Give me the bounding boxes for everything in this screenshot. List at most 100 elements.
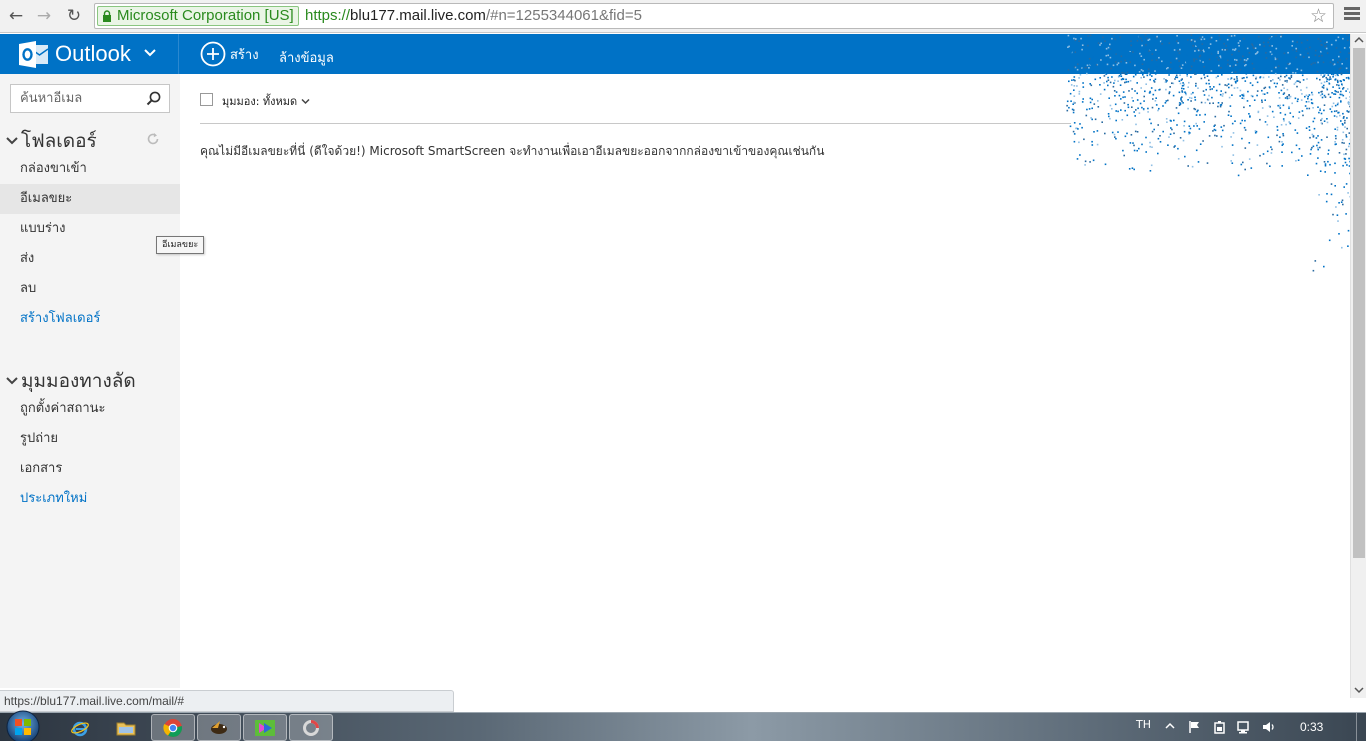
pattern-dot — [1342, 117, 1345, 119]
search-icon[interactable] — [146, 91, 161, 106]
folder-drafts[interactable]: แบบร่าง — [0, 214, 180, 244]
reload-button[interactable]: ↻ — [63, 5, 85, 27]
clear-folder-button[interactable]: ล้างข้อมูล — [279, 47, 334, 68]
battery-icon[interactable] — [1213, 720, 1227, 734]
pattern-dot — [1319, 146, 1321, 149]
quick-view-documents[interactable]: เอกสาร — [0, 454, 180, 484]
pattern-dot — [1136, 92, 1138, 95]
volume-icon[interactable] — [1262, 720, 1276, 734]
new-message-button[interactable]: สร้าง — [200, 40, 259, 68]
pattern-dot — [1092, 58, 1095, 60]
pattern-dot — [1073, 101, 1075, 104]
network-icon[interactable] — [1237, 720, 1251, 734]
pattern-dot — [1319, 107, 1321, 110]
pattern-dot — [1118, 94, 1121, 97]
pattern-dot — [1279, 136, 1281, 138]
taskbar-app-bird[interactable] — [197, 714, 241, 741]
pattern-dot — [1330, 193, 1333, 196]
back-button[interactable]: ← — [5, 5, 27, 27]
pattern-dot — [1096, 34, 1099, 36]
pattern-dot — [1312, 67, 1314, 69]
pattern-dot — [1324, 44, 1326, 46]
pattern-dot — [1215, 55, 1217, 57]
show-desktop-button[interactable] — [1356, 713, 1366, 741]
pattern-dot — [1134, 56, 1136, 59]
folder-deleted[interactable]: ลบ — [0, 274, 180, 304]
url-text[interactable]: https://blu177.mail.live.com/#n=12553440… — [305, 7, 642, 25]
quick-views-section-header[interactable]: มุมมองทางลัด — [6, 366, 136, 396]
pattern-dot — [1094, 118, 1097, 121]
pattern-dot — [1136, 35, 1139, 37]
pattern-dot — [1067, 46, 1069, 48]
pattern-dot — [1193, 58, 1195, 60]
pattern-dot — [1141, 106, 1143, 109]
view-filter-dropdown[interactable]: มุมมอง: ทั้งหมด — [222, 92, 310, 110]
pattern-dot — [1151, 106, 1154, 109]
star-icon[interactable]: ☆ — [1310, 5, 1327, 27]
scroll-down-icon[interactable] — [1354, 686, 1364, 694]
taskbar-app-recycle[interactable] — [289, 714, 333, 741]
pattern-dot — [1117, 58, 1120, 60]
pattern-dot — [1147, 68, 1150, 70]
pattern-dot — [1097, 106, 1100, 108]
taskbar-file-explorer[interactable] — [104, 714, 148, 741]
pattern-dot — [1281, 151, 1283, 153]
pattern-dot — [1166, 52, 1168, 55]
select-all-checkbox[interactable] — [200, 93, 213, 106]
search-input[interactable] — [11, 85, 143, 112]
folders-section-header[interactable]: โฟลเดอร์ — [6, 126, 97, 156]
windows-start-icon[interactable] — [4, 709, 42, 741]
pattern-dot — [1177, 112, 1180, 115]
pattern-dot — [1121, 42, 1123, 45]
pattern-dot — [1332, 59, 1334, 61]
pattern-dot — [1205, 56, 1208, 58]
new-category-link[interactable]: ประเภทใหม่ — [0, 484, 180, 514]
new-folder-link[interactable]: สร้างโฟลเดอร์ — [0, 304, 180, 334]
tray-clock[interactable]: 0:33 — [1300, 720, 1323, 734]
pattern-dot — [1330, 63, 1333, 66]
pattern-dot — [1276, 129, 1279, 131]
pattern-dot — [1259, 154, 1261, 157]
taskbar-chrome[interactable] — [151, 714, 195, 741]
flag-icon[interactable] — [1188, 720, 1202, 734]
pattern-dot — [1185, 61, 1188, 63]
ev-certificate-badge[interactable]: Microsoft Corporation [US] — [97, 6, 299, 26]
taskbar-app-media[interactable] — [243, 714, 287, 741]
pattern-dot — [1138, 51, 1141, 53]
pattern-dot — [1343, 47, 1346, 49]
forward-button[interactable]: → — [33, 5, 55, 27]
folder-sent[interactable]: ส่ง — [0, 244, 180, 274]
pattern-dot — [1231, 144, 1234, 146]
pattern-dot — [1294, 65, 1297, 68]
pattern-dot — [1163, 48, 1166, 51]
refresh-icon[interactable] — [146, 132, 160, 146]
chevron-down-icon[interactable] — [142, 44, 158, 62]
pattern-dot — [1132, 51, 1134, 53]
pattern-dot — [1323, 94, 1326, 97]
folder-junk[interactable]: อีเมลขยะ — [0, 184, 180, 214]
pattern-dot — [1315, 137, 1318, 139]
scroll-up-icon[interactable] — [1354, 36, 1364, 44]
brand-name[interactable]: Outlook — [55, 42, 131, 66]
address-bar[interactable]: Microsoft Corporation [US] https://blu17… — [94, 3, 1334, 29]
pattern-dot — [1332, 102, 1335, 105]
page-scrollbar[interactable] — [1350, 34, 1366, 698]
pattern-dot — [1168, 74, 1170, 76]
pattern-dot — [1317, 38, 1320, 40]
scroll-thumb[interactable] — [1353, 48, 1365, 558]
pattern-dot — [1288, 97, 1291, 99]
pattern-dot — [1342, 40, 1344, 42]
pattern-dot — [1087, 62, 1090, 65]
pattern-dot — [1157, 137, 1160, 140]
tray-expand-icon[interactable] — [1165, 721, 1175, 731]
quick-view-flagged[interactable]: ถูกตั้งค่าสถานะ — [0, 394, 180, 424]
pattern-dot — [1321, 93, 1324, 95]
pattern-dot — [1291, 102, 1293, 105]
folder-inbox[interactable]: กล่องขาเข้า — [0, 154, 180, 184]
taskbar-internet-explorer[interactable] — [58, 714, 102, 741]
tray-language[interactable]: TH — [1136, 718, 1151, 731]
menu-icon[interactable] — [1344, 7, 1360, 23]
quick-view-photos[interactable]: รูปถ่าย — [0, 424, 180, 454]
pattern-dot — [1337, 74, 1339, 77]
pattern-dot — [1206, 67, 1208, 69]
